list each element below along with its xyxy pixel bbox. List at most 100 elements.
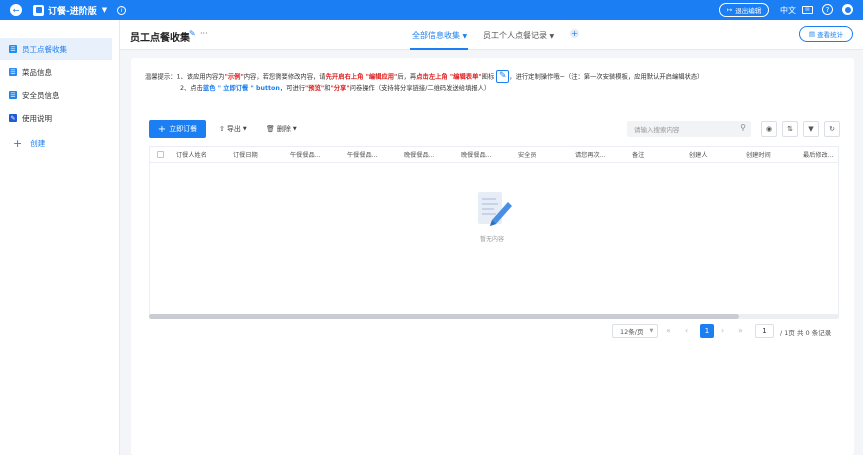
search-placeholder: 请输入搜索内容: [634, 126, 680, 134]
mail-icon[interactable]: ✉: [802, 6, 813, 14]
active-tab-indicator: [410, 48, 468, 50]
column-header[interactable]: 晚餐餐品...: [461, 150, 518, 159]
caret-down-icon: ▼: [462, 33, 468, 40]
column-header[interactable]: 午餐餐品...: [290, 150, 347, 159]
pagination-total: / 1页 共 0 条记录: [780, 327, 831, 337]
avatar-icon[interactable]: [842, 4, 853, 15]
language-switch[interactable]: 中文: [780, 5, 796, 16]
caret-down-icon: ▼: [242, 126, 247, 132]
column-header[interactable]: 备注: [632, 150, 689, 159]
tip-line-2: 2、点击蓝色 " 立即订餐 " button，可进行"预览"和"分享"问卷操作（…: [145, 83, 845, 94]
sort-icon[interactable]: ⇅: [782, 121, 798, 137]
tip-text-part: 图标: [481, 73, 495, 81]
edit-doc-icon: ✎: [9, 114, 17, 122]
order-now-label: 立即订餐: [169, 125, 198, 133]
sidebar-item-dish-info[interactable]: ☰ 菜品信息: [0, 61, 119, 83]
page-size-select[interactable]: 12条/页 ▼: [612, 324, 658, 338]
tip-prefix: 温馨提示：: [145, 73, 177, 81]
column-header[interactable]: 创建人: [689, 150, 746, 159]
tip-text-part: ，可进行: [279, 85, 306, 92]
form-icon: ☰: [9, 68, 17, 76]
total-pages: / 1页: [780, 329, 795, 337]
tip-text-part: 内容，若您需要修改内容，请: [243, 73, 326, 81]
top-bar: ← 订餐-进阶版 ▼ i ↦ 退出编辑 中文 ✉ ?: [0, 0, 863, 20]
help-icon[interactable]: ?: [822, 4, 833, 15]
sidebar-item-label: 员工点餐收集: [22, 44, 67, 54]
column-header[interactable]: 创建时间: [746, 150, 803, 159]
first-page-icon[interactable]: «: [666, 326, 671, 335]
page-title: 员工点餐收集: [130, 33, 190, 44]
tip-highlight: 蓝色 " 立即订餐 " button: [202, 85, 280, 92]
tip-text-part: 后，再: [397, 73, 417, 81]
column-header[interactable]: 订餐日期: [233, 150, 290, 159]
empty-text: 暂无内容: [479, 236, 504, 243]
sidebar-item-order-collection[interactable]: ☰ 员工点餐收集: [0, 38, 112, 60]
exit-icon: ↦: [726, 6, 733, 14]
tab-all-collection[interactable]: 全部信息收集 ▼: [412, 30, 467, 41]
tip-text-part: 2、点击: [180, 85, 203, 92]
caret-down-icon: ▼: [292, 126, 297, 132]
sidebar-create-button[interactable]: + 创建: [0, 132, 119, 154]
current-page-button[interactable]: 1: [700, 324, 714, 338]
delete-label: 删除: [276, 125, 291, 133]
tip-highlight: "分享": [330, 85, 350, 92]
tip-highlight: 先开启右上角 "编辑应用": [325, 73, 398, 81]
add-tab-icon[interactable]: +: [570, 29, 579, 38]
plus-icon: +: [157, 123, 167, 135]
page-jump-input[interactable]: 1: [755, 324, 774, 338]
main-card: 温馨提示：1、该应用内容为"示例"内容，若您需要修改内容，请先开启右上角 "编辑…: [131, 58, 854, 455]
column-header[interactable]: 安全员: [518, 150, 575, 159]
filter-icon[interactable]: ▼: [803, 121, 819, 137]
search-input[interactable]: 请输入搜索内容 ⚲: [627, 121, 751, 137]
back-icon[interactable]: ←: [10, 4, 22, 16]
export-button[interactable]: ⇧ 导出 ▼: [219, 124, 247, 134]
next-page-icon[interactable]: ›: [721, 326, 724, 335]
caret-down-icon[interactable]: ▼: [102, 6, 107, 14]
scrollbar-thumb[interactable]: [149, 314, 739, 319]
app-title[interactable]: 订餐-进阶版: [48, 4, 97, 17]
last-page-icon[interactable]: »: [738, 326, 743, 335]
tip-text-part: 问卷操作（支持将分享链接/二维码发送给填报人）: [349, 85, 491, 92]
trash-icon: 🗑: [266, 125, 275, 133]
sidebar-item-safety-officer[interactable]: ☰ 安全员信息: [0, 84, 119, 106]
plus-icon: +: [13, 136, 23, 150]
stats-icon: ▤: [808, 30, 816, 38]
sidebar-item-label: 安全员信息: [22, 90, 60, 100]
tab-personal-records[interactable]: 员工个人点餐记录 ▼: [483, 30, 554, 41]
table-toolbar: + 立即订餐 ⇧ 导出 ▼ 🗑 删除 ▼ 请输入搜索内容 ⚲ ◉ ⇅ ▼ ↻: [149, 120, 840, 138]
column-header[interactable]: 请您再次...: [575, 150, 632, 159]
view-stats-button[interactable]: ▤ 查看统计: [799, 26, 853, 42]
column-header[interactable]: 晚餐餐品...: [404, 150, 461, 159]
select-all-checkbox[interactable]: [157, 151, 164, 158]
search-icon[interactable]: ⚲: [740, 123, 746, 132]
more-icon[interactable]: ···: [200, 29, 208, 38]
caret-down-icon: ▼: [649, 328, 654, 334]
tip-text-part: 1、该应用内容为: [176, 73, 225, 81]
page-size-value: 12条/页: [620, 328, 644, 336]
eye-icon[interactable]: ◉: [761, 121, 777, 137]
column-header[interactable]: 订餐人姓名: [176, 150, 233, 159]
prev-page-icon[interactable]: ‹: [685, 326, 688, 335]
form-icon: ☰: [9, 45, 17, 53]
info-icon[interactable]: i: [117, 5, 127, 15]
column-header[interactable]: 最后修改...: [803, 150, 838, 159]
table-header: 订餐人姓名 订餐日期 午餐餐品... 午餐餐品... 晚餐餐品... 晚餐餐品.…: [150, 147, 838, 163]
sidebar-item-instructions[interactable]: ✎ 使用说明: [0, 107, 119, 129]
tip-line-1: 温馨提示：1、该应用内容为"示例"内容，若您需要修改内容，请先开启右上角 "编辑…: [145, 70, 845, 83]
tab-label: 全部信息收集: [412, 31, 460, 40]
refresh-icon[interactable]: ↻: [824, 121, 840, 137]
tip-highlight: 点击左上角 "编辑表单": [416, 73, 482, 81]
exit-edit-label: 退出编辑: [735, 7, 762, 15]
upload-icon: ⇧: [219, 125, 225, 133]
caret-down-icon: ▼: [549, 33, 555, 40]
column-header[interactable]: 午餐餐品...: [347, 150, 404, 159]
view-stats-label: 查看统计: [817, 31, 844, 39]
order-now-button[interactable]: + 立即订餐: [149, 120, 206, 138]
page-header: 员工点餐收集 ✎ ··· 全部信息收集 ▼ 员工个人点餐记录 ▼ + ▤ 查看统…: [120, 20, 863, 50]
tip-text-part: ，进行定制操作哦~（注：第一次安装模板，应用默认开启编辑状态）: [509, 73, 704, 81]
create-label: 创建: [30, 138, 46, 148]
horizontal-scrollbar[interactable]: [149, 314, 839, 319]
edit-form-icon[interactable]: ✎: [189, 29, 196, 38]
exit-edit-button[interactable]: ↦ 退出编辑: [719, 3, 769, 17]
delete-button[interactable]: 🗑 删除 ▼: [266, 124, 297, 134]
